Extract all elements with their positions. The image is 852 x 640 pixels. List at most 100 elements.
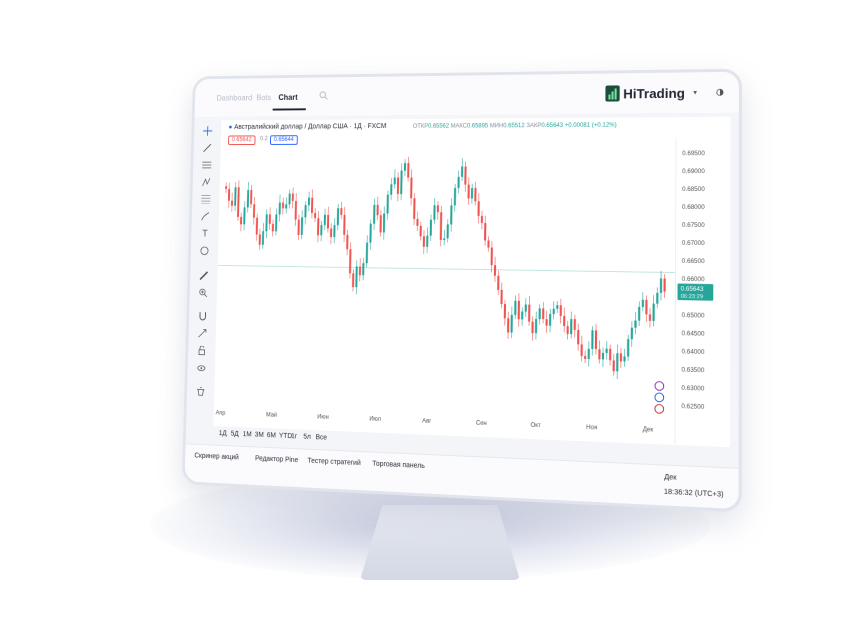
candle-body	[304, 205, 306, 217]
candle-body	[468, 185, 470, 199]
price-tick-label: 0.69000	[682, 169, 705, 175]
horizontal-lines-icon[interactable]	[200, 158, 213, 171]
price-tick-label: 0.64000	[681, 349, 704, 356]
sell-price-button[interactable]: 0.65642	[228, 135, 255, 145]
candle-body	[330, 228, 332, 237]
tab-dashboard[interactable]: Dashboard	[217, 94, 253, 103]
candle-body	[426, 236, 428, 247]
brand-logo[interactable]: HiTrading ▾	[605, 84, 697, 101]
reference-line	[218, 265, 676, 272]
period-label: Дек	[664, 474, 676, 482]
fib-icon[interactable]	[199, 193, 212, 206]
time-tick-label: Авг	[422, 418, 431, 425]
candle-body	[404, 163, 406, 171]
candle-body	[352, 273, 354, 287]
range-button-1[interactable]: 5Д	[231, 431, 239, 438]
candle-body	[620, 353, 622, 361]
candle-body	[638, 307, 640, 321]
logo-mark-icon	[605, 85, 619, 101]
candle-body	[560, 305, 562, 316]
search-icon[interactable]	[319, 91, 329, 101]
candle-body	[394, 178, 396, 185]
eye-icon[interactable]	[195, 361, 208, 375]
clock: 18:36:32 (UTC+3)	[664, 489, 724, 499]
brush-icon[interactable]	[199, 210, 212, 223]
candle-body	[373, 205, 375, 224]
chart-panel[interactable]: ● Австралийский доллар / Доллар США · 1Д…	[213, 117, 730, 448]
candle-body	[308, 198, 310, 205]
zoom-in-icon[interactable]	[197, 286, 210, 300]
emoji-icon[interactable]	[198, 244, 211, 258]
lock-drawing-icon[interactable]	[196, 326, 209, 340]
candle-body	[285, 204, 287, 208]
candle-body	[337, 208, 339, 225]
candle-body	[556, 305, 558, 309]
candle-body	[292, 194, 294, 201]
tab-stock-screener[interactable]: Скринер акций	[194, 453, 238, 462]
candle-body	[609, 349, 611, 361]
range-button-2[interactable]: 1М	[243, 431, 252, 438]
candle-body	[645, 300, 647, 314]
candle-body	[237, 187, 240, 217]
candle-body	[613, 360, 615, 371]
symbol-legend[interactable]: ● Австралийский доллар / Доллар США · 1Д…	[228, 123, 386, 131]
text-icon[interactable]: T	[198, 227, 211, 241]
candle-body	[514, 301, 516, 315]
tab-chart[interactable]: Chart	[278, 93, 297, 102]
candle-body	[542, 308, 544, 319]
tab-trading-panel[interactable]: Торговая панель	[372, 461, 425, 470]
theme-toggle-icon[interactable]	[716, 88, 724, 96]
tab-strategy-tester[interactable]: Тестер стратегий	[307, 458, 360, 467]
ruler-icon[interactable]	[197, 269, 210, 283]
candlestick-chart[interactable]: 0.69500 0.69000 0.68500 0.68000 0.67500 0.670…	[213, 117, 730, 448]
top-navigation: Dashboard Bots Chart HiTrading ▾	[195, 72, 739, 117]
last-price-label: 0.65643	[681, 287, 704, 294]
range-button-3[interactable]: 3М	[255, 432, 264, 439]
magnet-icon[interactable]	[196, 309, 209, 323]
candle-body	[504, 304, 506, 318]
candle-body	[269, 214, 271, 223]
candle-body	[500, 290, 502, 304]
candle-body	[298, 220, 300, 235]
range-button-0[interactable]: 1Д	[219, 430, 227, 437]
range-button-7[interactable]: 5л	[303, 434, 311, 441]
candle-body	[317, 218, 319, 235]
chevron-down-icon[interactable]: ▾	[693, 89, 697, 97]
unlock-icon[interactable]	[195, 344, 208, 358]
candle-body	[443, 238, 445, 240]
candle-body	[355, 267, 357, 288]
candle-body	[535, 319, 537, 333]
candle-body	[387, 195, 389, 214]
candle-body	[474, 188, 476, 201]
candle-body	[563, 316, 565, 326]
candle-body	[407, 163, 409, 177]
candle-body	[531, 322, 533, 333]
crosshair-icon[interactable]	[201, 124, 214, 137]
event-flag-us-icon	[655, 404, 664, 413]
tab-bots[interactable]: Bots	[256, 93, 271, 102]
candle-body	[420, 226, 422, 236]
monitor-screen: Dashboard Bots Chart HiTrading ▾ T ● Авс…	[182, 69, 742, 513]
candle-body	[234, 187, 236, 205]
candle-body	[346, 235, 348, 249]
time-tick-label: Ноя	[586, 425, 597, 432]
candle-body	[275, 214, 277, 231]
candle-body	[649, 314, 651, 321]
trash-icon[interactable]	[194, 384, 207, 398]
tab-pine-editor[interactable]: Редактор Pine	[255, 455, 298, 464]
trend-line-icon[interactable]	[201, 141, 214, 154]
range-button-8[interactable]: Все	[316, 434, 328, 441]
pattern-icon[interactable]	[200, 175, 213, 188]
candle-body	[279, 203, 281, 215]
candle-body	[343, 215, 345, 235]
price-tick-label: 0.68000	[682, 204, 705, 211]
event-lightning-icon	[655, 381, 664, 390]
time-tick-label: Сен	[476, 420, 487, 427]
range-button-6[interactable]: 1г	[291, 433, 297, 440]
candle-body	[491, 248, 493, 266]
buy-price-button[interactable]: 0.65644	[270, 135, 298, 145]
spread-value: 0.2	[257, 135, 270, 143]
symbol-title: Австралийский доллар / Доллар США · 1Д ·…	[234, 123, 386, 131]
range-button-4[interactable]: 6М	[267, 432, 276, 439]
candle-body	[457, 177, 459, 188]
